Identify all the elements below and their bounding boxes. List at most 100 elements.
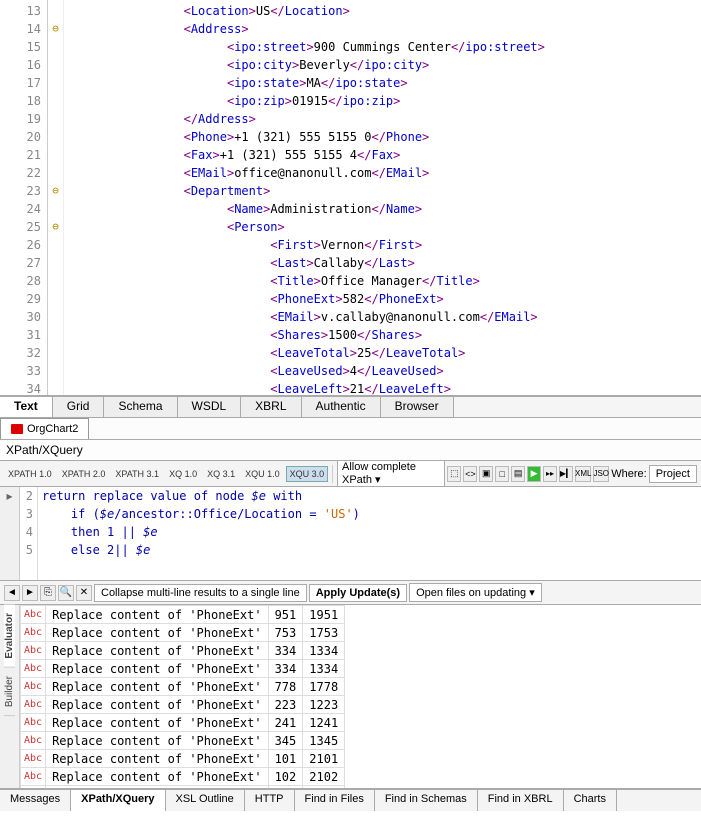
results-side-tab-evaluator[interactable]: Evaluator <box>4 605 15 668</box>
code-line[interactable]: <ipo:zip>01915</ipo:zip> <box>68 92 701 110</box>
version-button[interactable]: XQU 1.0 <box>241 466 284 482</box>
code-line[interactable]: <Shares>1500</Shares> <box>68 326 701 344</box>
toolbar-icon[interactable]: <> <box>463 466 477 482</box>
xquery-side-tab-a[interactable]: ◄ <box>4 487 15 506</box>
table-row[interactable]: AbcReplace content of 'PhoneExt'1012101 <box>21 750 345 768</box>
code-line[interactable]: <LeaveUsed>4</LeaveUsed> <box>68 362 701 380</box>
code-line[interactable]: <First>Vernon</First> <box>68 236 701 254</box>
results-next-icon[interactable]: ► <box>22 585 38 601</box>
code-line[interactable]: <LeaveTotal>25</LeaveTotal> <box>68 344 701 362</box>
version-button[interactable]: XQ 1.0 <box>165 466 201 482</box>
bottom-tabs: MessagesXPath/XQueryXSL OutlineHTTPFind … <box>0 789 701 811</box>
version-button[interactable]: XQU 3.0 <box>286 466 329 482</box>
version-button[interactable]: XPATH 3.1 <box>111 466 163 482</box>
code-line[interactable]: <Location>US</Location> <box>68 2 701 20</box>
toolbar-icon[interactable]: JSO <box>593 466 609 482</box>
xquery-side-tabs[interactable]: ◄ <box>0 487 20 580</box>
code-line[interactable]: <Fax>+1 (321) 555 5155 4</Fax> <box>68 146 701 164</box>
code-line[interactable]: </Address> <box>68 110 701 128</box>
results-find-icon[interactable]: 🔍 <box>58 585 74 601</box>
view-tab-browser[interactable]: Browser <box>381 397 454 417</box>
xquery-code[interactable]: return replace value of node $e with if … <box>38 487 701 580</box>
table-row[interactable]: AbcReplace content of 'PhoneExt'3451345 <box>21 732 345 750</box>
table-row[interactable]: AbcReplace content of 'PhoneExt'3341334 <box>21 660 345 678</box>
version-button[interactable]: XQ 3.1 <box>203 466 239 482</box>
results-copy-icon[interactable]: ⎘ <box>40 585 56 601</box>
type-icon: Abc <box>21 732 46 750</box>
code-area[interactable]: <Location>US</Location> <Address> <ipo:s… <box>64 0 701 395</box>
result-old-value: 101 <box>268 750 303 768</box>
code-line[interactable]: <ipo:street>900 Cummings Center</ipo:str… <box>68 38 701 56</box>
result-description: Replace content of 'PhoneExt' <box>46 768 269 786</box>
where-project-button[interactable]: Project <box>649 465 697 483</box>
xq-code-line[interactable]: if ($e/ancestor::Office/Location = 'US') <box>42 505 701 523</box>
bottom-tab-charts[interactable]: Charts <box>564 790 617 811</box>
code-line[interactable]: <Phone>+1 (321) 555 5155 0</Phone> <box>68 128 701 146</box>
view-tab-xbrl[interactable]: XBRL <box>241 397 301 417</box>
xml-file-icon <box>11 424 23 434</box>
view-tab-text[interactable]: Text <box>0 397 53 417</box>
toolbar-icon[interactable]: □ <box>495 466 509 482</box>
bottom-tab-xsl-outline[interactable]: XSL Outline <box>166 790 245 811</box>
code-line[interactable]: <Address> <box>68 20 701 38</box>
view-tab-wsdl[interactable]: WSDL <box>178 397 242 417</box>
code-line[interactable]: <LeaveLeft>21</LeaveLeft> <box>68 380 701 395</box>
toolbar-icon[interactable]: ▣ <box>479 466 493 482</box>
fold-toggle[interactable] <box>48 20 63 38</box>
results-prev-icon[interactable]: ◄ <box>4 585 20 601</box>
code-line[interactable]: <ipo:city>Beverly</ipo:city> <box>68 56 701 74</box>
table-row[interactable]: AbcReplace content of 'PhoneExt'7781778 <box>21 678 345 696</box>
type-icon: Abc <box>21 696 46 714</box>
fold-gutter[interactable] <box>48 0 64 395</box>
table-row[interactable]: AbcReplace content of 'PhoneExt'3341334 <box>21 642 345 660</box>
bottom-tab-find-in-xbrl[interactable]: Find in XBRL <box>478 790 564 811</box>
table-row[interactable]: AbcReplace content of 'PhoneExt'1042104 <box>21 786 345 789</box>
table-row[interactable]: AbcReplace content of 'PhoneExt'2231223 <box>21 696 345 714</box>
bottom-tab-http[interactable]: HTTP <box>245 790 295 811</box>
code-line[interactable]: <Last>Callaby</Last> <box>68 254 701 272</box>
execute-icon[interactable]: ▶ <box>527 466 541 482</box>
results-clear-icon[interactable]: ✕ <box>76 585 92 601</box>
collapse-results-button[interactable]: Collapse multi-line results to a single … <box>94 584 307 602</box>
code-line[interactable]: <ipo:state>MA</ipo:state> <box>68 74 701 92</box>
apply-updates-button[interactable]: Apply Update(s) <box>309 584 407 602</box>
view-tab-schema[interactable]: Schema <box>104 397 177 417</box>
toolbar-icon[interactable]: ▸▸ <box>543 466 557 482</box>
line-number: 32 <box>0 344 41 362</box>
code-line[interactable]: <Person> <box>68 218 701 236</box>
code-line[interactable]: <EMail>v.callaby@nanonull.com</EMail> <box>68 308 701 326</box>
bottom-tab-find-in-schemas[interactable]: Find in Schemas <box>375 790 478 811</box>
xq-code-line[interactable]: return replace value of node $e with <box>42 487 701 505</box>
table-row[interactable]: AbcReplace content of 'PhoneExt'9511951 <box>21 606 345 624</box>
bottom-tab-xpath-xquery[interactable]: XPath/XQuery <box>71 790 165 811</box>
code-line[interactable]: <Title>Office Manager</Title> <box>68 272 701 290</box>
code-line[interactable]: <Department> <box>68 182 701 200</box>
toolbar-icon[interactable]: ▶▎ <box>559 466 573 482</box>
table-row[interactable]: AbcReplace content of 'PhoneExt'7531753 <box>21 624 345 642</box>
version-button[interactable]: XPATH 1.0 <box>4 466 56 482</box>
result-old-value: 104 <box>268 786 303 789</box>
fold-toggle[interactable] <box>48 182 63 200</box>
table-row[interactable]: AbcReplace content of 'PhoneExt'2411241 <box>21 714 345 732</box>
version-button[interactable]: XPATH 2.0 <box>58 466 110 482</box>
code-line[interactable]: <PhoneExt>582</PhoneExt> <box>68 290 701 308</box>
fold-toggle[interactable] <box>48 218 63 236</box>
code-line[interactable]: <EMail>office@nanonull.com</EMail> <box>68 164 701 182</box>
view-tab-grid[interactable]: Grid <box>53 397 105 417</box>
toolbar-icon[interactable]: ⬚ <box>447 466 461 482</box>
fold-toggle <box>48 290 63 308</box>
open-files-dropdown[interactable]: Open files on updating ▾ <box>409 583 542 602</box>
xpath-mode-dropdown[interactable]: Allow complete XPath ▾ <box>337 461 445 487</box>
bottom-tab-messages[interactable]: Messages <box>0 790 71 811</box>
fold-toggle <box>48 344 63 362</box>
toolbar-icon[interactable]: ▤ <box>511 466 525 482</box>
toolbar-icon[interactable]: XML <box>575 466 591 482</box>
results-side-tab-builder[interactable]: Builder <box>4 668 15 716</box>
xq-code-line[interactable]: then 1 || $e <box>42 523 701 541</box>
document-tab[interactable]: OrgChart2 <box>0 418 89 439</box>
code-line[interactable]: <Name>Administration</Name> <box>68 200 701 218</box>
view-tab-authentic[interactable]: Authentic <box>302 397 381 417</box>
bottom-tab-find-in-files[interactable]: Find in Files <box>295 790 375 811</box>
table-row[interactable]: AbcReplace content of 'PhoneExt'1022102 <box>21 768 345 786</box>
xq-code-line[interactable]: else 2|| $e <box>42 541 701 559</box>
